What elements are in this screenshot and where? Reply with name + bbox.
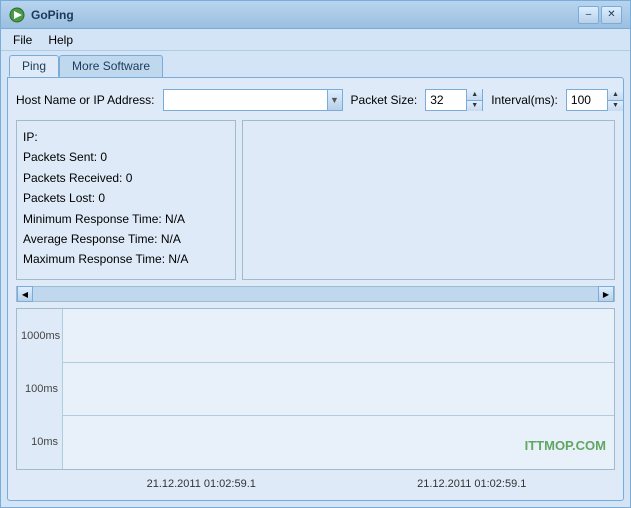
host-label: Host Name or IP Address: bbox=[16, 93, 155, 107]
packet-size-up[interactable]: ▲ bbox=[467, 89, 482, 101]
y-label-1000ms: 1000ms bbox=[21, 330, 58, 342]
minimize-button[interactable]: – bbox=[578, 6, 599, 24]
packets-lost-line: Packets Lost: 0 bbox=[23, 188, 229, 208]
scroll-track[interactable] bbox=[33, 287, 598, 301]
packet-size-spinner[interactable]: ▲ ▼ bbox=[425, 89, 483, 111]
title-bar: GoPing – ✕ bbox=[1, 1, 630, 29]
packet-size-input[interactable] bbox=[426, 90, 466, 110]
tabs: Ping More Software bbox=[1, 51, 630, 77]
horizontal-scrollbar[interactable]: ◀ ▶ bbox=[16, 286, 615, 302]
interval-label: Interval(ms): bbox=[491, 93, 558, 107]
menubar: File Help bbox=[1, 29, 630, 51]
packet-size-label: Packet Size: bbox=[351, 93, 418, 107]
close-button[interactable]: ✕ bbox=[601, 6, 622, 24]
packet-size-down[interactable]: ▼ bbox=[467, 101, 482, 112]
chart-row-2 bbox=[63, 363, 614, 417]
window-title: GoPing bbox=[31, 8, 74, 22]
log-panel bbox=[242, 120, 615, 280]
min-response-line: Minimum Response Time: N/A bbox=[23, 209, 229, 229]
title-bar-buttons: – ✕ bbox=[578, 6, 622, 24]
host-dropdown-btn[interactable]: ▼ bbox=[327, 90, 342, 110]
main-panels: IP: Packets Sent: 0 Packets Received: 0 … bbox=[16, 120, 615, 280]
x-label-left: 21.12.2011 01:02:59.1 bbox=[147, 478, 256, 490]
scroll-right-arrow[interactable]: ▶ bbox=[598, 286, 614, 302]
content-area: Host Name or IP Address: ▼ Packet Size: … bbox=[7, 77, 624, 501]
y-label-10ms: 10ms bbox=[21, 436, 58, 448]
chart-x-labels: 21.12.2011 01:02:59.1 21.12.2011 01:02:5… bbox=[16, 476, 615, 492]
packets-received-line: Packets Received: 0 bbox=[23, 168, 229, 188]
packets-sent-line: Packets Sent: 0 bbox=[23, 147, 229, 167]
y-label-100ms: 100ms bbox=[21, 383, 58, 395]
chart-area: 1000ms 100ms 10ms ITTMOP.COM bbox=[16, 308, 615, 470]
menu-file[interactable]: File bbox=[5, 31, 40, 49]
ip-line: IP: bbox=[23, 127, 229, 147]
tab-ping[interactable]: Ping bbox=[9, 55, 59, 77]
title-bar-left: GoPing bbox=[9, 7, 74, 23]
main-window: GoPing – ✕ File Help Ping More Software … bbox=[0, 0, 631, 508]
x-label-right: 21.12.2011 01:02:59.1 bbox=[417, 478, 526, 490]
watermark: ITTMOP.COM bbox=[525, 438, 606, 453]
interval-up[interactable]: ▲ bbox=[608, 89, 623, 101]
controls-row: Host Name or IP Address: ▼ Packet Size: … bbox=[16, 86, 615, 114]
interval-spinner[interactable]: ▲ ▼ bbox=[566, 89, 624, 111]
interval-input[interactable] bbox=[567, 90, 607, 110]
host-input[interactable] bbox=[164, 90, 327, 110]
stats-panel: IP: Packets Sent: 0 Packets Received: 0 … bbox=[16, 120, 236, 280]
chart-y-labels: 1000ms 100ms 10ms bbox=[17, 309, 62, 469]
avg-response-line: Average Response Time: N/A bbox=[23, 229, 229, 249]
interval-spinner-buttons: ▲ ▼ bbox=[607, 89, 623, 111]
app-icon bbox=[9, 7, 25, 23]
interval-down[interactable]: ▼ bbox=[608, 101, 623, 112]
menu-help[interactable]: Help bbox=[40, 31, 81, 49]
chart-row-1 bbox=[63, 309, 614, 363]
scroll-left-arrow[interactable]: ◀ bbox=[17, 286, 33, 302]
ip-label: IP: bbox=[23, 130, 38, 144]
host-input-wrapper[interactable]: ▼ bbox=[163, 89, 343, 111]
max-response-line: Maximum Response Time: N/A bbox=[23, 249, 229, 269]
tab-more-software[interactable]: More Software bbox=[59, 55, 163, 77]
packet-size-spinner-buttons: ▲ ▼ bbox=[466, 89, 482, 111]
